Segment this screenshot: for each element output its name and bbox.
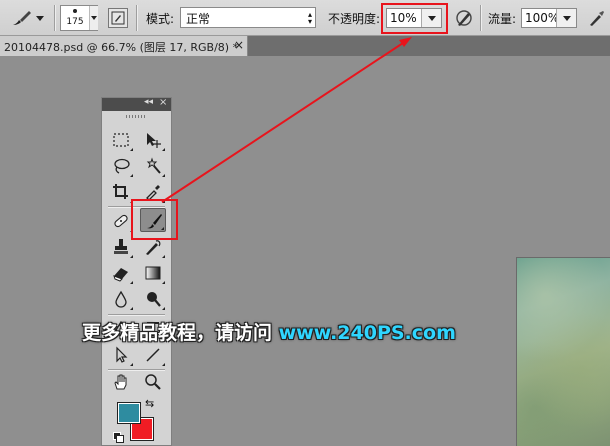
chevron-down-icon [36,16,44,21]
magic-wand-icon [146,157,161,174]
flow-dropdown-button[interactable] [556,9,576,27]
pressure-opacity-button[interactable] [454,7,474,29]
eraser-icon [113,268,128,282]
panel-grip[interactable] [126,115,146,118]
zoom-tool[interactable] [140,370,166,394]
divider [108,314,165,315]
mode-label: 模式: [146,12,175,26]
blend-mode-select[interactable]: 正常 ▴ ▾ [180,7,316,28]
hand-tool[interactable] [108,370,134,394]
lasso-tool[interactable] [108,154,134,178]
collapse-icon[interactable]: ◂◂ [144,97,153,107]
line-tool[interactable] [140,343,166,367]
watermark-text: 更多精品教程，请访问 [82,322,279,344]
zoom-icon [145,374,161,390]
move-tool[interactable] [140,128,166,152]
move-icon [147,133,161,148]
dodge-icon [147,292,161,307]
toggle-brush-panel-button[interactable] [108,8,128,28]
tools-panel: ◂◂ × ⇆ [101,97,172,446]
options-bar: 175 模式: 正常 ▴ ▾ 不透明度: 10% 流量: 100% [0,0,610,36]
divider [136,5,137,31]
brush-tool-highlight-box [131,199,178,240]
divider [54,5,55,31]
flow-input[interactable]: 100% [521,8,577,28]
brush-size-value: 175 [66,17,84,27]
close-icon[interactable]: × [234,38,244,52]
drop-icon [115,290,127,308]
brush-tool-icon [13,11,31,25]
marquee-tool[interactable] [108,128,134,152]
history-brush-icon [146,240,161,255]
hand-icon [114,374,127,390]
marquee-icon [113,133,129,147]
chevron-down-icon [89,6,98,30]
pen-pressure-icon [456,10,472,26]
path-select-icon [116,346,128,363]
gradient-icon [145,266,161,280]
tools-panel-header[interactable]: ◂◂ × [102,97,171,111]
close-icon[interactable]: × [159,97,167,108]
brush-panel-icon [111,11,125,25]
foreground-color-swatch[interactable] [117,402,141,424]
default-colors-icon[interactable] [113,432,124,443]
up-down-icon: ▴ ▾ [307,10,312,26]
canvas-image[interactable] [516,257,610,446]
brush-tip-icon [73,9,77,13]
dodge-tool[interactable] [140,287,166,311]
opacity-label: 不透明度: [328,12,381,26]
swap-colors-icon[interactable]: ⇆ [145,397,154,410]
brush-size-picker[interactable]: 175 [60,5,98,31]
stamp-icon [114,239,128,254]
lasso-icon [114,158,130,174]
gradient-tool[interactable] [140,261,166,285]
tool-preset-picker[interactable] [6,6,46,30]
magic-wand-tool[interactable] [140,154,166,178]
document-tab-bar: 20104478.psd @ 66.7% (图层 17, RGB/8) * × [0,36,610,56]
line-icon [146,348,160,362]
airbrush-icon [590,11,604,26]
blend-mode-value: 正常 [186,12,211,26]
eraser-tool[interactable] [108,261,134,285]
airbrush-button[interactable] [586,7,608,29]
bandage-icon [114,214,128,228]
path-selection-tool[interactable] [108,343,134,367]
flow-value: 100% [525,11,560,25]
opacity-highlight-box [381,3,448,34]
document-tab-title: 20104478.psd @ 66.7% (图层 17, RGB/8) * [4,41,239,54]
divider [480,5,481,31]
blur-tool[interactable] [108,287,134,311]
document-tab[interactable]: 20104478.psd @ 66.7% (图层 17, RGB/8) * × [0,36,248,56]
crop-icon [113,184,128,199]
flow-label: 流量: [488,12,517,26]
watermark-url: www.240PS.com [278,322,456,344]
watermark: 更多精品教程，请访问 www.240PS.com [82,318,456,345]
